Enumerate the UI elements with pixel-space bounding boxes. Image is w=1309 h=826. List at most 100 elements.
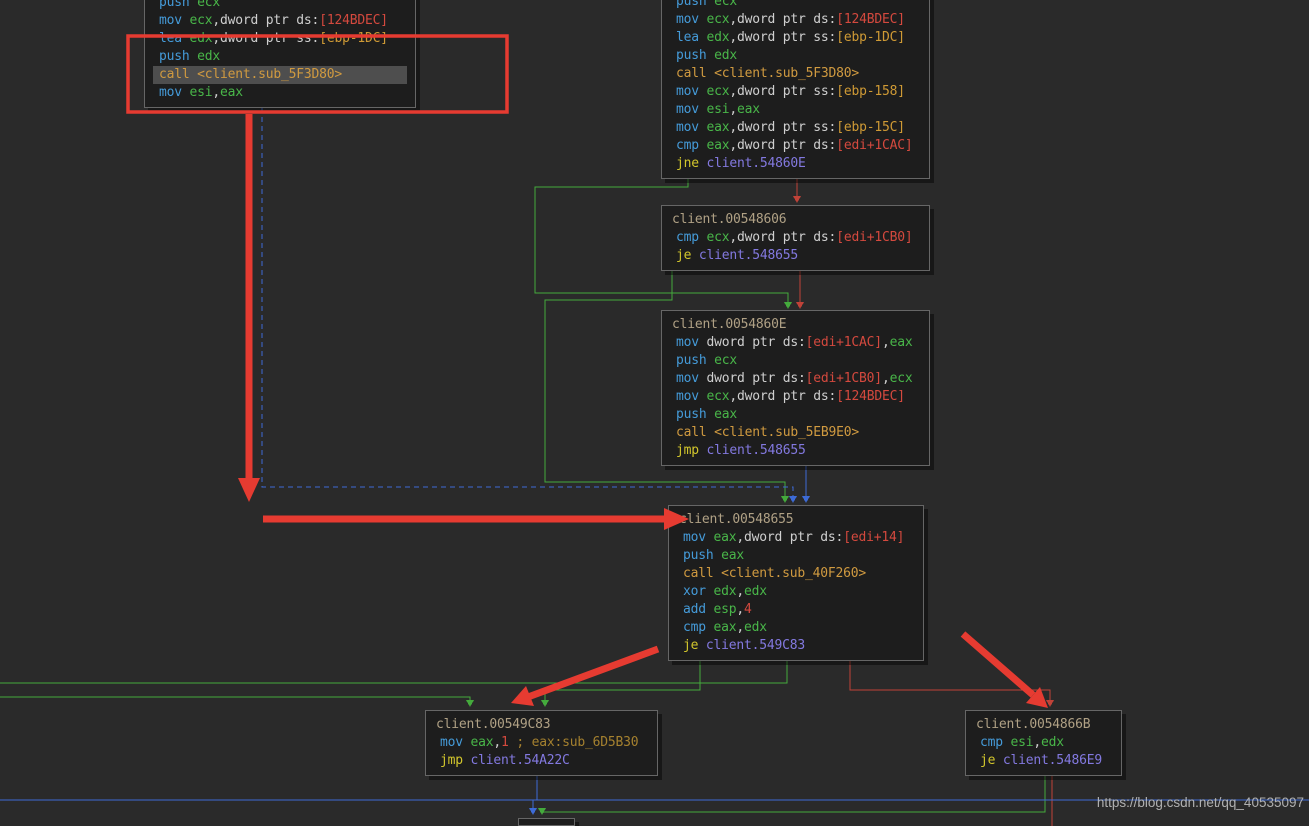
arrowhead xyxy=(466,700,474,707)
asm-line[interactable]: mov esi,eax xyxy=(153,84,407,102)
edge-fallthrough-54866B xyxy=(849,661,1051,700)
asm-token: push xyxy=(676,48,715,63)
asm-token: call <client.sub_5F3D80> xyxy=(676,66,860,81)
asm-token: edx xyxy=(189,31,213,46)
asm-line[interactable]: lea edx,dword ptr ss:[ebp-1DC] xyxy=(153,30,407,48)
asm-token: dword ptr ds: xyxy=(706,371,806,386)
asm-token: 4 xyxy=(744,602,752,617)
asm-line[interactable]: je client.5486E9 xyxy=(974,752,1113,770)
asm-token: ,dword ptr ss: xyxy=(729,84,837,99)
asm-token: ecx xyxy=(714,0,738,9)
asm-token: mov xyxy=(159,85,190,100)
graph-node-client-0054866B[interactable]: client.0054866B cmp esi,edx je client.5486… xyxy=(965,710,1122,776)
asm-line[interactable]: push ecx xyxy=(670,352,921,370)
asm-token: call <client.sub_40F260> xyxy=(683,566,867,581)
asm-line[interactable]: push edx xyxy=(670,47,921,65)
asm-token: eax xyxy=(713,530,737,545)
asm-token: client.549C83 xyxy=(705,638,806,653)
asm-line[interactable]: push ecx xyxy=(670,0,921,11)
edge-offscreen-left-1 xyxy=(0,661,788,684)
asm-line[interactable]: mov eax,1 ; eax:sub_6D5B30 xyxy=(434,734,649,752)
asm-token: mov xyxy=(159,13,190,28)
asm-line[interactable]: push edx xyxy=(153,48,407,66)
asm-token: 1 xyxy=(501,735,509,750)
asm-line[interactable]: jne client.54860E xyxy=(670,155,921,173)
asm-line[interactable]: cmp esi,edx xyxy=(974,734,1113,752)
asm-token: edx xyxy=(706,30,730,45)
graph-node-top-right-fragment[interactable]: push ecx mov ecx,dword ptr ds:[124BDEC] le… xyxy=(661,0,930,179)
asm-token: esi xyxy=(1010,735,1034,750)
asm-line[interactable]: add esp,4 xyxy=(677,601,915,619)
asm-token: edx xyxy=(744,584,767,599)
asm-token: esi xyxy=(706,102,730,117)
asm-line[interactable]: mov dword ptr ds:[edi+1CB0],ecx xyxy=(670,370,921,388)
graph-node-top-left-fragment[interactable]: push ecx mov ecx,dword ptr ds:[124BDEC] le… xyxy=(144,0,416,108)
asm-token: client.54860E xyxy=(706,156,806,171)
graph-node-partial-bottom[interactable] xyxy=(518,818,575,826)
graph-node-client-00548655[interactable]: client.00548655 mov eax,dword ptr ds:[edi… xyxy=(668,505,924,661)
asm-line[interactable]: mov eax,dword ptr ss:[ebp-15C] xyxy=(670,119,921,137)
arrowhead xyxy=(529,808,537,815)
asm-line[interactable]: cmp eax,dword ptr ds:[edi+1CAC] xyxy=(670,137,921,155)
asm-line[interactable]: push ecx xyxy=(153,0,407,12)
asm-line[interactable]: mov ecx,dword ptr ds:[124BDEC] xyxy=(153,12,407,30)
asm-token: ecx xyxy=(706,84,730,99)
asm-line[interactable]: xor edx,edx xyxy=(677,583,915,601)
asm-token: ,dword ptr ss: xyxy=(729,120,837,135)
asm-line[interactable]: mov ecx,dword ptr ds:[124BDEC] xyxy=(670,11,921,29)
asm-line[interactable]: cmp ecx,dword ptr ds:[edi+1CB0] xyxy=(670,229,921,247)
asm-token: , xyxy=(881,335,890,350)
asm-token: , xyxy=(212,85,221,100)
asm-token: , xyxy=(736,602,745,617)
unconditional-edges xyxy=(0,108,1309,808)
asm-token: cmp xyxy=(676,138,707,153)
asm-token: je xyxy=(683,638,706,653)
asm-line[interactable]: push eax xyxy=(670,406,921,424)
arrowhead xyxy=(796,302,804,309)
edge-offscreen-left-2 xyxy=(0,696,471,700)
block-title[interactable]: client.00549C83 xyxy=(434,716,649,734)
asm-token: client.54A22C xyxy=(470,753,570,768)
asm-token: ,dword ptr ds: xyxy=(729,230,837,245)
graph-node-client-0054860E[interactable]: client.0054860E mov dword ptr ds:[edi+1CA… xyxy=(661,310,930,466)
block-title[interactable]: client.00548606 xyxy=(670,211,921,229)
edge-je-taken-to-5486E9 xyxy=(541,776,1046,813)
asm-line[interactable]: jmp client.54A22C xyxy=(434,752,649,770)
asm-line[interactable]: mov dword ptr ds:[edi+1CAC],eax xyxy=(670,334,921,352)
asm-token: client.5486E9 xyxy=(1002,753,1103,768)
block-title[interactable]: client.00548655 xyxy=(677,511,915,529)
asm-line[interactable]: lea edx,dword ptr ss:[ebp-1DC] xyxy=(670,29,921,47)
asm-line[interactable]: je client.548655 xyxy=(670,247,921,265)
graph-node-client-00549C83[interactable]: client.00549C83 mov eax,1 ; eax:sub_6D5B3… xyxy=(425,710,658,776)
asm-line[interactable]: jmp client.548655 xyxy=(670,442,921,460)
block-title[interactable]: client.0054866B xyxy=(974,716,1113,734)
asm-line[interactable]: mov ecx,dword ptr ss:[ebp-158] xyxy=(670,83,921,101)
asm-line[interactable]: call <client.sub_5F3D80> xyxy=(153,66,407,84)
asm-token: lea xyxy=(159,31,190,46)
asm-token: ecx xyxy=(197,0,221,10)
asm-line[interactable]: call <client.sub_40F260> xyxy=(677,565,915,583)
graph-node-client-00548606[interactable]: client.00548606 cmp ecx,dword ptr ds:[edi… xyxy=(661,205,930,271)
asm-line[interactable]: push eax xyxy=(677,547,915,565)
asm-token: edx xyxy=(1041,735,1064,750)
asm-token: mov xyxy=(676,371,707,386)
arrowhead xyxy=(1046,700,1054,707)
asm-token: ecx xyxy=(706,12,730,27)
edge-je-taken-to-549C83 xyxy=(544,661,701,700)
asm-line[interactable]: je client.549C83 xyxy=(677,637,915,655)
asm-line[interactable]: mov eax,dword ptr ds:[edi+14] xyxy=(677,529,915,547)
asm-line[interactable]: mov esi,eax xyxy=(670,101,921,119)
asm-line[interactable]: mov ecx,dword ptr ds:[124BDEC] xyxy=(670,388,921,406)
asm-token: eax xyxy=(714,407,738,422)
asm-line[interactable]: call <client.sub_5EB9E0> xyxy=(670,424,921,442)
asm-token: edx xyxy=(744,620,767,635)
asm-line[interactable]: call <client.sub_5F3D80> xyxy=(670,65,921,83)
asm-token: eax xyxy=(721,548,745,563)
asm-token: push xyxy=(683,548,722,563)
block-title[interactable]: client.0054860E xyxy=(670,316,921,334)
asm-token: jmp xyxy=(440,753,471,768)
asm-token: [edi+1CAC] xyxy=(836,138,913,153)
asm-line[interactable]: cmp eax,edx xyxy=(677,619,915,637)
graph-canvas[interactable]: push ecx mov ecx,dword ptr ds:[124BDEC] le… xyxy=(0,0,1309,826)
asm-token: call <client.sub_5EB9E0> xyxy=(676,425,860,440)
